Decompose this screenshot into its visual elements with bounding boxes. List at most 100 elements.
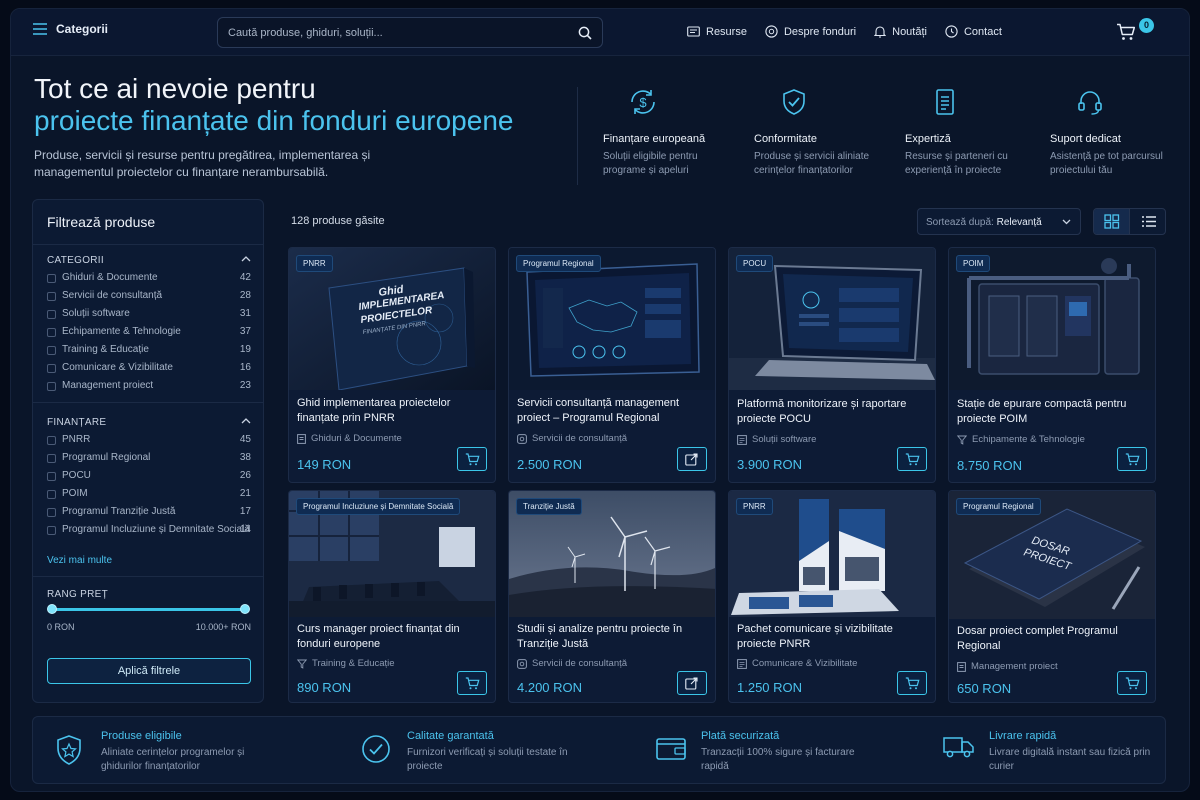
- nav-news-label: Noutăți: [892, 25, 927, 38]
- funding-count: 14: [239, 524, 251, 535]
- consulting-icon: [517, 433, 527, 444]
- product-title[interactable]: Ghid implementarea proiectelor finanțate…: [297, 396, 487, 426]
- funding-badge: Programul Incluziune și Demnitate Social…: [296, 498, 461, 515]
- add-to-cart-button[interactable]: [1117, 447, 1147, 471]
- funding-count: 21: [239, 488, 251, 499]
- chevron-up-icon[interactable]: [241, 255, 251, 263]
- category-filter[interactable]: Ghiduri & Documente 42: [47, 271, 251, 289]
- add-to-cart-button[interactable]: [457, 671, 487, 695]
- product-card[interactable]: DOSAR PROIECT Programul Regional Dosar p…: [948, 490, 1156, 703]
- price-range-min-handle[interactable]: [47, 604, 57, 614]
- apply-filters-button[interactable]: Aplică filtrele: [47, 658, 251, 684]
- checkbox[interactable]: [47, 346, 56, 355]
- checkbox[interactable]: [47, 508, 56, 517]
- product-category: Ghiduri & Documente: [297, 433, 402, 444]
- funding-section-header[interactable]: FINANȚARE: [47, 417, 251, 428]
- nav-about-funds[interactable]: Despre fonduri: [765, 25, 856, 38]
- funding-filter[interactable]: Programul Regional 38: [47, 451, 251, 469]
- category-filter[interactable]: Servicii de consultanță 28: [47, 289, 251, 307]
- add-to-cart-button[interactable]: [457, 447, 487, 471]
- product-title[interactable]: Platformă monitorizare și raportare proi…: [737, 397, 927, 427]
- sort-value: Relevanță: [996, 217, 1042, 228]
- price-range-max-handle[interactable]: [240, 604, 250, 614]
- product-title[interactable]: Servicii consultanță management proiect …: [517, 396, 707, 426]
- checkbox[interactable]: [47, 364, 56, 373]
- grid-view-button[interactable]: [1094, 209, 1130, 234]
- category-filter[interactable]: Management proiect 23: [47, 379, 251, 397]
- product-card[interactable]: Programul Regional Servicii consultanță …: [508, 247, 716, 483]
- category-label: Management proiect: [62, 380, 154, 391]
- cart-icon[interactable]: [1116, 23, 1136, 41]
- category-label: Comunicare & Vizibilitate: [62, 362, 173, 373]
- category-filter[interactable]: Comunicare & Vizibilitate 16: [47, 361, 251, 379]
- checkbox[interactable]: [47, 454, 56, 463]
- category-filter[interactable]: Echipamente & Tehnologie 37: [47, 325, 251, 343]
- funding-label: Programul Regional: [62, 452, 151, 463]
- product-title[interactable]: Curs manager proiect finanțat din fondur…: [297, 622, 487, 652]
- checkbox[interactable]: [47, 436, 56, 445]
- sort-prefix: Sortează după:: [926, 217, 994, 228]
- funding-count: 17: [239, 506, 251, 517]
- nav-contact[interactable]: Contact: [945, 25, 1002, 38]
- funding-filter[interactable]: Programul Tranziție Justă 17: [47, 505, 251, 523]
- nav-contact-label: Contact: [963, 25, 1002, 38]
- product-card[interactable]: PNRR Pachet comunicare și vizibilitate p…: [728, 490, 936, 703]
- product-price: 8.750 RON: [957, 458, 1023, 473]
- category-filter[interactable]: Training & Educație 19: [47, 343, 251, 361]
- category-count: 28: [239, 290, 251, 301]
- category-count: 23: [239, 380, 251, 391]
- hero-subtitle: Produse, servicii și resurse pentru preg…: [34, 148, 371, 179]
- checkbox[interactable]: [47, 382, 56, 391]
- funding-badge: Tranziție Justă: [516, 498, 582, 515]
- product-card[interactable]: POIM Stație de epurare compactă pentru p…: [948, 247, 1156, 483]
- search-input[interactable]: [228, 24, 558, 42]
- categories-menu-button[interactable]: Categorii: [33, 22, 108, 36]
- categories-list: Ghiduri & Documente 42 Servicii de consul…: [47, 271, 251, 397]
- search-icon[interactable]: [578, 26, 592, 40]
- external-link-button[interactable]: [677, 671, 707, 695]
- category-count: 37: [239, 326, 251, 337]
- nav-resources[interactable]: Resurse: [687, 25, 747, 38]
- product-price: 890 RON: [297, 680, 352, 695]
- see-more-link[interactable]: Vezi mai multe: [47, 555, 112, 566]
- chevron-up-icon[interactable]: [241, 417, 251, 425]
- funding-filter[interactable]: POIM 21: [47, 487, 251, 505]
- product-card[interactable]: POCU Platformă monitorizare și raportare…: [728, 247, 936, 483]
- add-to-cart-button[interactable]: [1117, 671, 1147, 695]
- list-view-button[interactable]: [1131, 209, 1166, 234]
- product-title[interactable]: Pachet comunicare și vizibilitate proiec…: [737, 622, 927, 652]
- checkbox[interactable]: [47, 310, 56, 319]
- checkbox[interactable]: [47, 472, 56, 481]
- funding-filter[interactable]: POCU 26: [47, 469, 251, 487]
- categories-section-header[interactable]: CATEGORII: [47, 255, 251, 266]
- product-card[interactable]: Ghid IMPLEMENTAREA PROIECTELOR FINANȚATE…: [288, 247, 496, 483]
- funding-count: 26: [239, 470, 251, 481]
- product-title[interactable]: Stație de epurare compactă pentru proiec…: [957, 397, 1147, 427]
- sort-dropdown[interactable]: Sortează după: Relevanță: [917, 208, 1081, 235]
- category-label: Servicii de consultanță: [62, 290, 163, 301]
- funding-label: PNRR: [62, 434, 91, 445]
- checkbox[interactable]: [47, 274, 56, 283]
- external-link-button[interactable]: [677, 447, 707, 471]
- checkbox[interactable]: [47, 526, 56, 535]
- search-box: [217, 17, 603, 48]
- product-category: Servicii de consultanță: [517, 433, 627, 444]
- folder-icon: [687, 26, 700, 37]
- filter-title: Filtrează produse: [47, 214, 156, 230]
- checkbox[interactable]: [47, 328, 56, 337]
- funding-badge: POCU: [736, 255, 774, 272]
- product-title[interactable]: Studii și analize pentru proiecte în Tra…: [517, 622, 707, 652]
- add-to-cart-button[interactable]: [897, 447, 927, 471]
- checkbox[interactable]: [47, 292, 56, 301]
- funding-filter[interactable]: Programul Incluziune și Demnitate Social…: [47, 523, 251, 541]
- funding-filter[interactable]: PNRR 45: [47, 433, 251, 451]
- category-filter[interactable]: Soluții software 31: [47, 307, 251, 325]
- add-to-cart-button[interactable]: [897, 671, 927, 695]
- product-title[interactable]: Dosar proiect complet Programul Regional: [957, 624, 1147, 654]
- top-bar: Categorii Resurse Despre fonduri Noutăți: [11, 9, 1189, 56]
- product-card[interactable]: Programul Incluziune și Demnitate Social…: [288, 490, 496, 703]
- nav-news[interactable]: Noutăți: [874, 25, 927, 38]
- price-range-track[interactable]: [51, 608, 247, 611]
- checkbox[interactable]: [47, 490, 56, 499]
- product-card[interactable]: Tranziție Justă Studii și analize pentru…: [508, 490, 716, 703]
